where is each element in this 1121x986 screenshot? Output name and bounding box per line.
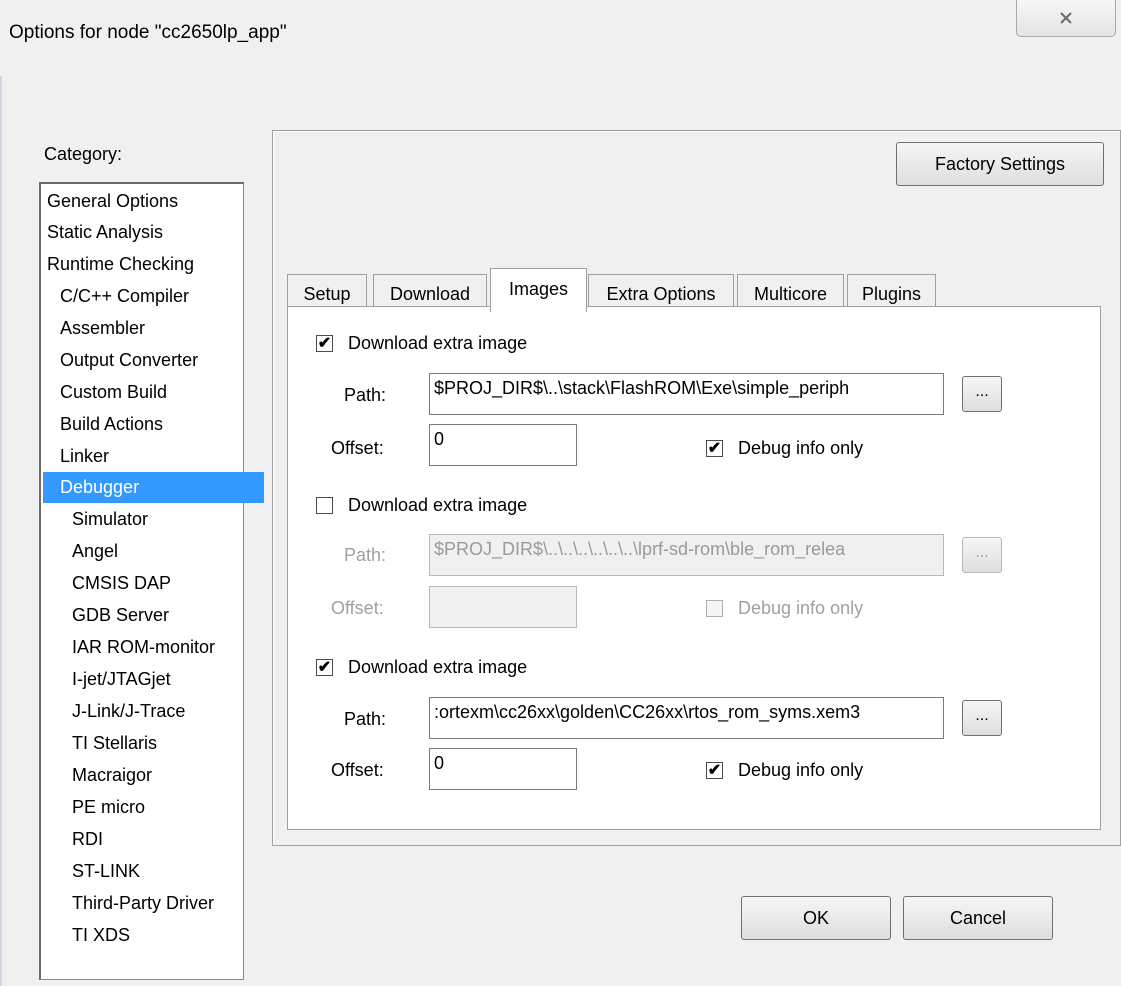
path-3-input[interactable]: :ortexm\cc26xx\golden\CC26xx\rtos_rom_sy… — [429, 697, 944, 739]
debug-info-2-checkbox — [706, 600, 723, 617]
category-item-debugger[interactable]: Debugger — [43, 472, 264, 503]
category-item-output-converter[interactable]: Output Converter — [43, 345, 264, 376]
download-image-1-label: Download extra image — [348, 333, 528, 353]
tab-setup[interactable]: Setup — [287, 274, 367, 310]
category-item-rdi[interactable]: RDI — [43, 824, 276, 855]
category-item-static-analysis[interactable]: Static Analysis — [43, 217, 251, 248]
category-item-build-actions[interactable]: Build Actions — [43, 409, 264, 440]
debug-info-3-checkbox[interactable]: ✔ — [706, 762, 723, 779]
path-2-label: Path: — [344, 545, 387, 565]
download-image-2-checkbox[interactable] — [316, 497, 333, 514]
path-1-label: Path: — [344, 385, 387, 405]
window-left-edge — [0, 76, 2, 986]
category-item-ti-xds[interactable]: TI XDS — [43, 920, 276, 951]
debug-info-2-label: Debug info only — [738, 598, 864, 618]
category-item-pe-micro[interactable]: PE micro — [43, 792, 276, 823]
close-button[interactable] — [1016, 0, 1116, 37]
category-item-st-link[interactable]: ST-LINK — [43, 856, 276, 887]
offset-3-input[interactable]: 0 — [429, 748, 577, 790]
category-item-cmsis-dap[interactable]: CMSIS DAP — [43, 568, 276, 599]
path-1-input[interactable]: $PROJ_DIR$\..\stack\FlashROM\Exe\simple_… — [429, 373, 944, 415]
tab-multicore[interactable]: Multicore — [737, 274, 844, 310]
category-item-runtime-checking[interactable]: Runtime Checking — [43, 249, 251, 280]
download-image-1-checkbox[interactable]: ✔ — [316, 335, 333, 352]
category-item-ijet-jtagjet[interactable]: I-jet/JTAGjet — [43, 664, 276, 695]
category-item-angel[interactable]: Angel — [43, 536, 276, 567]
category-item-jlink-jtrace[interactable]: J-Link/J-Trace — [43, 696, 276, 727]
tab-extra-options[interactable]: Extra Options — [588, 274, 734, 310]
category-item-macraigor[interactable]: Macraigor — [43, 760, 276, 791]
path-3-label: Path: — [344, 709, 387, 729]
download-image-3-label: Download extra image — [348, 657, 528, 677]
tab-plugins[interactable]: Plugins — [847, 274, 936, 310]
offset-1-input[interactable]: 0 — [429, 424, 577, 466]
category-item-c-compiler[interactable]: C/C++ Compiler — [43, 281, 264, 312]
cancel-button[interactable]: Cancel — [903, 896, 1053, 940]
download-image-2-label: Download extra image — [348, 495, 528, 515]
category-item-third-party-driver[interactable]: Third-Party Driver — [43, 888, 276, 919]
offset-2-label: Offset: — [331, 598, 384, 618]
tab-images[interactable]: Images — [490, 268, 587, 312]
category-item-assembler[interactable]: Assembler — [43, 313, 264, 344]
debug-info-1-checkbox[interactable]: ✔ — [706, 440, 723, 457]
category-item-simulator[interactable]: Simulator — [43, 504, 276, 535]
offset-1-label: Offset: — [331, 438, 384, 458]
window-title: Options for node "cc2650lp_app" — [9, 22, 287, 43]
category-item-ti-stellaris[interactable]: TI Stellaris — [43, 728, 276, 759]
category-item-general-options[interactable]: General Options — [43, 186, 251, 217]
close-icon — [1060, 12, 1072, 24]
category-item-custom-build[interactable]: Custom Build — [43, 377, 264, 408]
offset-3-label: Offset: — [331, 760, 384, 780]
path-3-browse-button[interactable]: ... — [962, 700, 1002, 736]
category-item-iar-rom-monitor[interactable]: IAR ROM-monitor — [43, 632, 276, 663]
ok-button[interactable]: OK — [741, 896, 891, 940]
path-2-browse-button: ... — [962, 537, 1002, 573]
offset-2-input — [429, 586, 577, 628]
tab-download[interactable]: Download — [373, 274, 487, 310]
category-list[interactable]: General Options Static Analysis Runtime … — [39, 182, 264, 980]
factory-settings-button[interactable]: Factory Settings — [896, 142, 1104, 186]
debug-info-3-label: Debug info only — [738, 760, 864, 780]
debug-info-1-label: Debug info only — [738, 438, 864, 458]
category-label: Category: — [44, 144, 123, 164]
path-2-input: $PROJ_DIR$\..\..\..\..\..\..\lprf-sd-rom… — [429, 534, 944, 576]
download-image-3-checkbox[interactable]: ✔ — [316, 659, 333, 676]
path-1-browse-button[interactable]: ... — [962, 376, 1002, 412]
category-item-linker[interactable]: Linker — [43, 441, 264, 472]
category-item-gdb-server[interactable]: GDB Server — [43, 600, 276, 631]
